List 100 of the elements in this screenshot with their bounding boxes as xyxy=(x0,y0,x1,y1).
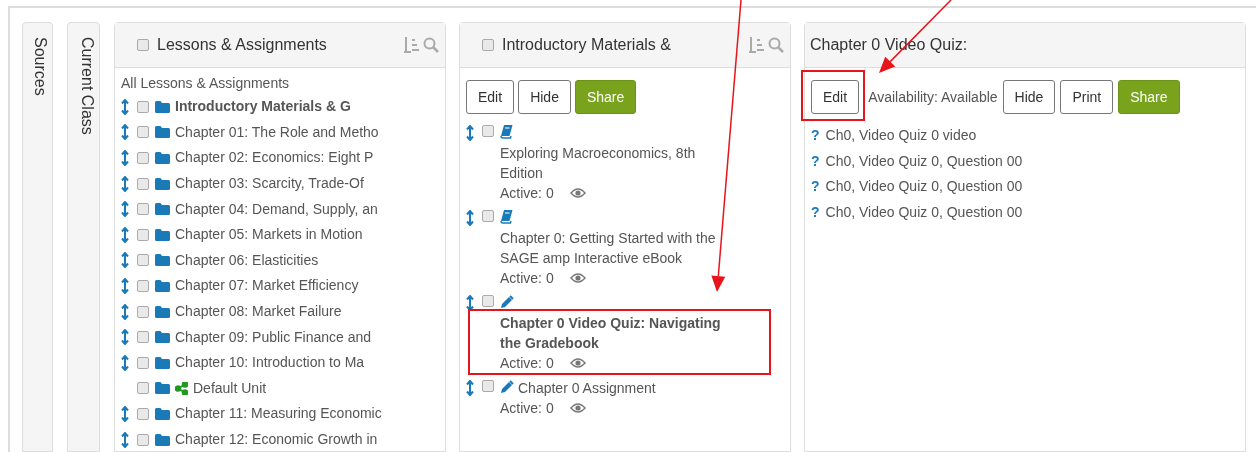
book-icon xyxy=(500,124,513,139)
toolbar-button[interactable]: Hide xyxy=(518,80,571,114)
folder-icon xyxy=(155,356,170,369)
drag-handle-icon[interactable] xyxy=(121,150,129,166)
eye-icon[interactable] xyxy=(569,403,586,413)
checkbox[interactable] xyxy=(137,407,149,420)
drag-handle-icon[interactable] xyxy=(466,210,474,226)
item-title[interactable]: Chapter 0 Assignment xyxy=(518,378,656,398)
eye-icon[interactable] xyxy=(569,358,586,368)
checkbox[interactable] xyxy=(137,39,149,51)
question-icon: ? xyxy=(811,201,820,223)
drag-handle-icon[interactable] xyxy=(121,405,129,422)
checkbox[interactable] xyxy=(482,295,494,307)
folder-icon xyxy=(155,382,170,395)
checkbox[interactable] xyxy=(482,210,494,222)
lesson-title[interactable]: Chapter 05: Markets in Motion xyxy=(175,224,363,246)
checkbox[interactable] xyxy=(137,356,149,369)
folder-icon xyxy=(155,254,170,267)
search-icon[interactable] xyxy=(768,37,784,53)
question-title[interactable]: Ch0, Video Quiz 0 video xyxy=(825,125,977,147)
item-title[interactable]: Exploring Macroeconomics, 8th Edition xyxy=(500,143,722,183)
question-icon: ? xyxy=(811,176,820,198)
question-title[interactable]: Ch0, Video Quiz 0, Question 00 xyxy=(825,150,1023,172)
checkbox[interactable] xyxy=(137,254,149,267)
item-title[interactable]: Chapter 0 Video Quiz: Navigating the Gradebook xyxy=(500,313,722,353)
pencil-icon xyxy=(500,380,514,394)
folder-icon xyxy=(155,203,170,216)
status-text: Active: 0 xyxy=(500,269,554,288)
checkbox[interactable] xyxy=(482,380,494,392)
drag-handle-icon[interactable] xyxy=(121,98,129,115)
folder-icon xyxy=(155,433,170,446)
toolbar-button[interactable]: Edit xyxy=(466,80,515,114)
search-icon[interactable] xyxy=(423,37,439,53)
lesson-title[interactable]: Chapter 02: Economics: Eight P xyxy=(175,147,374,169)
lesson-title[interactable]: Introductory Materials & G xyxy=(175,96,351,118)
folder-icon xyxy=(155,126,170,139)
lesson-title[interactable]: Chapter 06: Elasticities xyxy=(175,249,319,271)
lesson-title[interactable]: Default Unit xyxy=(193,377,267,399)
drag-handle-icon[interactable] xyxy=(121,201,129,218)
checkbox[interactable] xyxy=(137,100,149,113)
checkbox[interactable] xyxy=(137,279,149,292)
lesson-title[interactable]: Chapter 01: The Role and Metho xyxy=(175,121,379,143)
drag-handle-icon[interactable] xyxy=(121,329,129,346)
folder-icon xyxy=(155,407,170,420)
folder-icon xyxy=(155,100,170,113)
lesson-title[interactable]: Chapter 08: Market Failure xyxy=(175,301,342,323)
lesson-title[interactable]: Chapter 12: Economic Growth in xyxy=(175,429,378,450)
checkbox[interactable] xyxy=(137,126,149,139)
folder-icon xyxy=(155,279,170,292)
folder-icon xyxy=(155,177,170,190)
status-text: Active: 0 xyxy=(500,399,554,418)
checkbox[interactable] xyxy=(482,125,494,137)
drag-handle-icon[interactable] xyxy=(121,124,129,141)
lesson-title[interactable]: Chapter 09: Public Finance and xyxy=(175,326,372,348)
drag-handle-icon[interactable] xyxy=(466,295,474,311)
checkbox[interactable] xyxy=(137,382,149,395)
toolbar-button[interactable]: Edit xyxy=(811,80,860,114)
lesson-title[interactable]: Chapter 03: Scarcity, Trade-Of xyxy=(175,173,364,195)
sort-icon[interactable] xyxy=(404,36,419,54)
drag-handle-icon[interactable] xyxy=(121,226,129,243)
checkbox[interactable] xyxy=(137,305,149,318)
checkbox[interactable] xyxy=(137,203,149,216)
drag-handle-icon[interactable] xyxy=(466,380,474,396)
toolbar-button[interactable]: Hide xyxy=(1002,80,1056,114)
checkbox[interactable] xyxy=(137,177,149,190)
drag-handle-icon[interactable] xyxy=(466,125,474,141)
drag-handle-icon[interactable] xyxy=(121,175,129,192)
side-tab[interactable]: Current Class xyxy=(67,22,100,452)
availability-text: Availability: Available xyxy=(868,87,998,107)
side-tab[interactable]: Sources xyxy=(22,22,53,452)
drag-handle-icon[interactable] xyxy=(121,277,129,294)
checkbox[interactable] xyxy=(137,331,149,344)
lesson-title[interactable]: Chapter 04: Demand, Supply, an xyxy=(175,198,378,220)
share-icon xyxy=(175,381,188,395)
list-heading: All Lessons & Assignments xyxy=(121,74,291,93)
checkbox[interactable] xyxy=(137,433,149,446)
eye-icon[interactable] xyxy=(569,273,586,283)
question-title[interactable]: Ch0, Video Quiz 0, Question 00 xyxy=(825,201,1023,223)
status-text: Active: 0 xyxy=(500,184,554,203)
drag-handle-icon[interactable] xyxy=(121,431,129,448)
item-title[interactable]: Chapter 0: Getting Started with the SAGE amp Interactive eBook xyxy=(500,228,722,268)
panel-title: Introductory Materials & xyxy=(502,35,672,55)
sort-icon[interactable] xyxy=(749,36,764,54)
drag-handle-icon[interactable] xyxy=(121,252,129,269)
pencil-icon xyxy=(500,295,514,309)
book-icon xyxy=(500,209,513,224)
question-icon: ? xyxy=(811,125,820,147)
question-title[interactable]: Ch0, Video Quiz 0, Question 00 xyxy=(825,176,1023,198)
checkbox[interactable] xyxy=(137,228,149,241)
folder-icon xyxy=(155,305,170,318)
lesson-title[interactable]: Chapter 11: Measuring Economic xyxy=(175,403,382,425)
drag-handle-icon[interactable] xyxy=(121,303,129,320)
checkbox[interactable] xyxy=(482,39,494,51)
checkbox[interactable] xyxy=(137,152,149,164)
lesson-title[interactable]: Chapter 07: Market Efficiency xyxy=(175,275,359,297)
status-text: Active: 0 xyxy=(500,354,554,373)
lesson-title[interactable]: Chapter 10: Introduction to Ma xyxy=(175,352,365,374)
eye-icon[interactable] xyxy=(569,188,586,198)
drag-handle-icon[interactable] xyxy=(121,354,129,371)
toolbar-button[interactable]: Print xyxy=(1060,80,1114,114)
